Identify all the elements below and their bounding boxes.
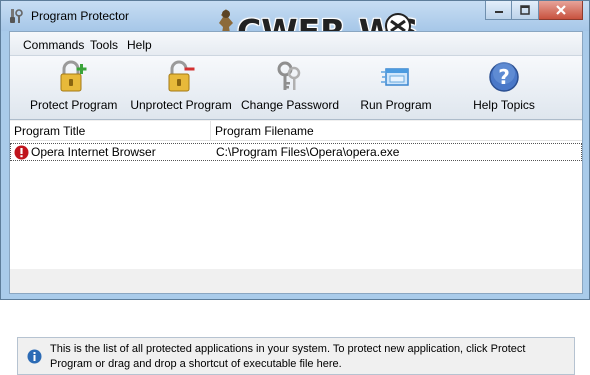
change-password-label: Change Password — [241, 98, 340, 112]
change-password-button[interactable]: Change Password — [241, 60, 340, 116]
menu-help[interactable]: Help — [127, 38, 152, 52]
list-header: Program Title Program Filename — [10, 121, 582, 141]
protected-programs-list[interactable]: Program Title Program Filename Opera Int… — [10, 121, 582, 375]
lock-minus-icon — [168, 60, 195, 92]
svg-text:?: ? — [498, 65, 510, 89]
maximize-icon — [520, 5, 530, 15]
toolbar: Protect Program Unprotect Program Change… — [10, 56, 582, 120]
info-panel: This is the list of all protected applic… — [17, 337, 575, 375]
run-program-button[interactable]: Run Program — [358, 60, 434, 116]
protected-alert-icon — [14, 145, 29, 160]
help-topics-button[interactable]: ? Help Topics — [468, 60, 540, 116]
protect-program-button[interactable]: Protect Program — [30, 60, 118, 116]
row-program-filename: C:\Program Files\Opera\opera.exe — [216, 145, 400, 159]
menu-commands[interactable]: Commands — [23, 38, 84, 52]
row-program-title: Opera Internet Browser — [31, 145, 156, 159]
maximize-button[interactable] — [512, 1, 539, 20]
help-question-icon: ? — [489, 62, 519, 92]
window-title: Program Protector — [31, 9, 130, 23]
unprotect-program-label: Unprotect Program — [130, 98, 232, 112]
list-row[interactable]: Opera Internet Browser C:\Program Files\… — [10, 143, 582, 161]
program-protector-window: Program Protector CWER.WS — [0, 0, 590, 375]
client-area: Commands Tools Help Protect Program Unpr… — [9, 31, 583, 375]
info-icon — [27, 349, 42, 364]
close-icon — [555, 5, 566, 15]
run-program-label: Run Program — [360, 98, 432, 112]
lock-plus-icon — [60, 60, 87, 92]
minimize-icon — [494, 11, 503, 13]
column-program-filename[interactable]: Program Filename — [211, 121, 582, 141]
help-topics-label: Help Topics — [473, 98, 535, 112]
app-icon — [10, 9, 23, 23]
keys-icon — [277, 61, 301, 90]
run-window-icon — [381, 68, 409, 86]
minimize-button[interactable] — [485, 1, 512, 20]
info-text: This is the list of all protected applic… — [50, 343, 526, 370]
unprotect-program-button[interactable]: Unprotect Program — [130, 60, 232, 116]
close-button[interactable] — [539, 1, 583, 20]
title-bar[interactable]: Program Protector CWER.WS — [1, 1, 589, 51]
column-program-title[interactable]: Program Title — [10, 121, 211, 141]
menu-tools[interactable]: Tools — [90, 38, 118, 52]
protect-program-label: Protect Program — [30, 98, 118, 112]
menu-bar: Commands Tools Help — [10, 32, 582, 56]
